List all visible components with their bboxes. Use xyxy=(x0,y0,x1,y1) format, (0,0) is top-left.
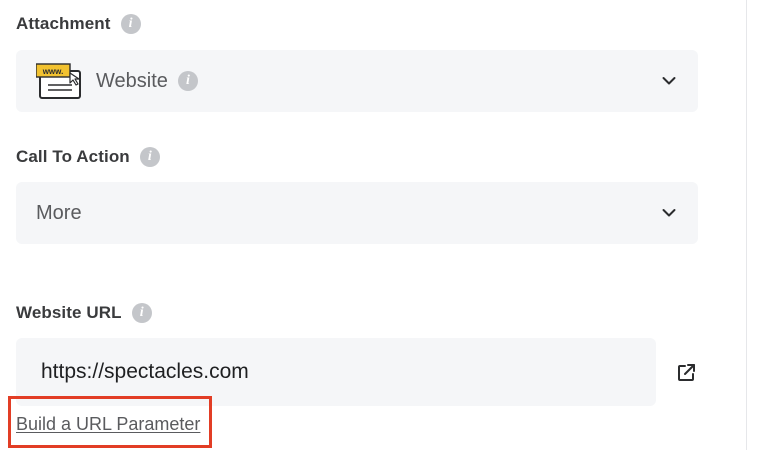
website-attachment-icon: www. xyxy=(36,63,81,99)
svg-text:www.: www. xyxy=(42,67,64,76)
panel-divider xyxy=(746,0,747,450)
website-url-label-row: Website URL i xyxy=(16,303,152,323)
call-to-action-label-row: Call To Action i xyxy=(16,147,160,167)
attachment-select[interactable]: www. Website i xyxy=(16,50,698,112)
info-icon[interactable]: i xyxy=(139,147,160,167)
call-to-action-select[interactable]: More xyxy=(16,182,698,244)
attachment-value: Website xyxy=(96,69,168,92)
call-to-action-value: More xyxy=(36,201,82,224)
info-icon[interactable]: i xyxy=(120,14,141,34)
attachment-label: Attachment xyxy=(16,14,111,33)
build-url-parameter-link[interactable]: Build a URL Parameter xyxy=(16,414,200,435)
external-link-icon[interactable] xyxy=(676,363,696,383)
website-url-label: Website URL xyxy=(16,303,122,322)
chevron-down-icon[interactable] xyxy=(662,77,676,86)
attachment-label-row: Attachment i xyxy=(16,14,141,34)
call-to-action-label: Call To Action xyxy=(16,147,130,166)
chevron-down-icon[interactable] xyxy=(662,209,676,218)
info-icon[interactable]: i xyxy=(131,303,152,323)
info-icon[interactable]: i xyxy=(177,71,198,91)
